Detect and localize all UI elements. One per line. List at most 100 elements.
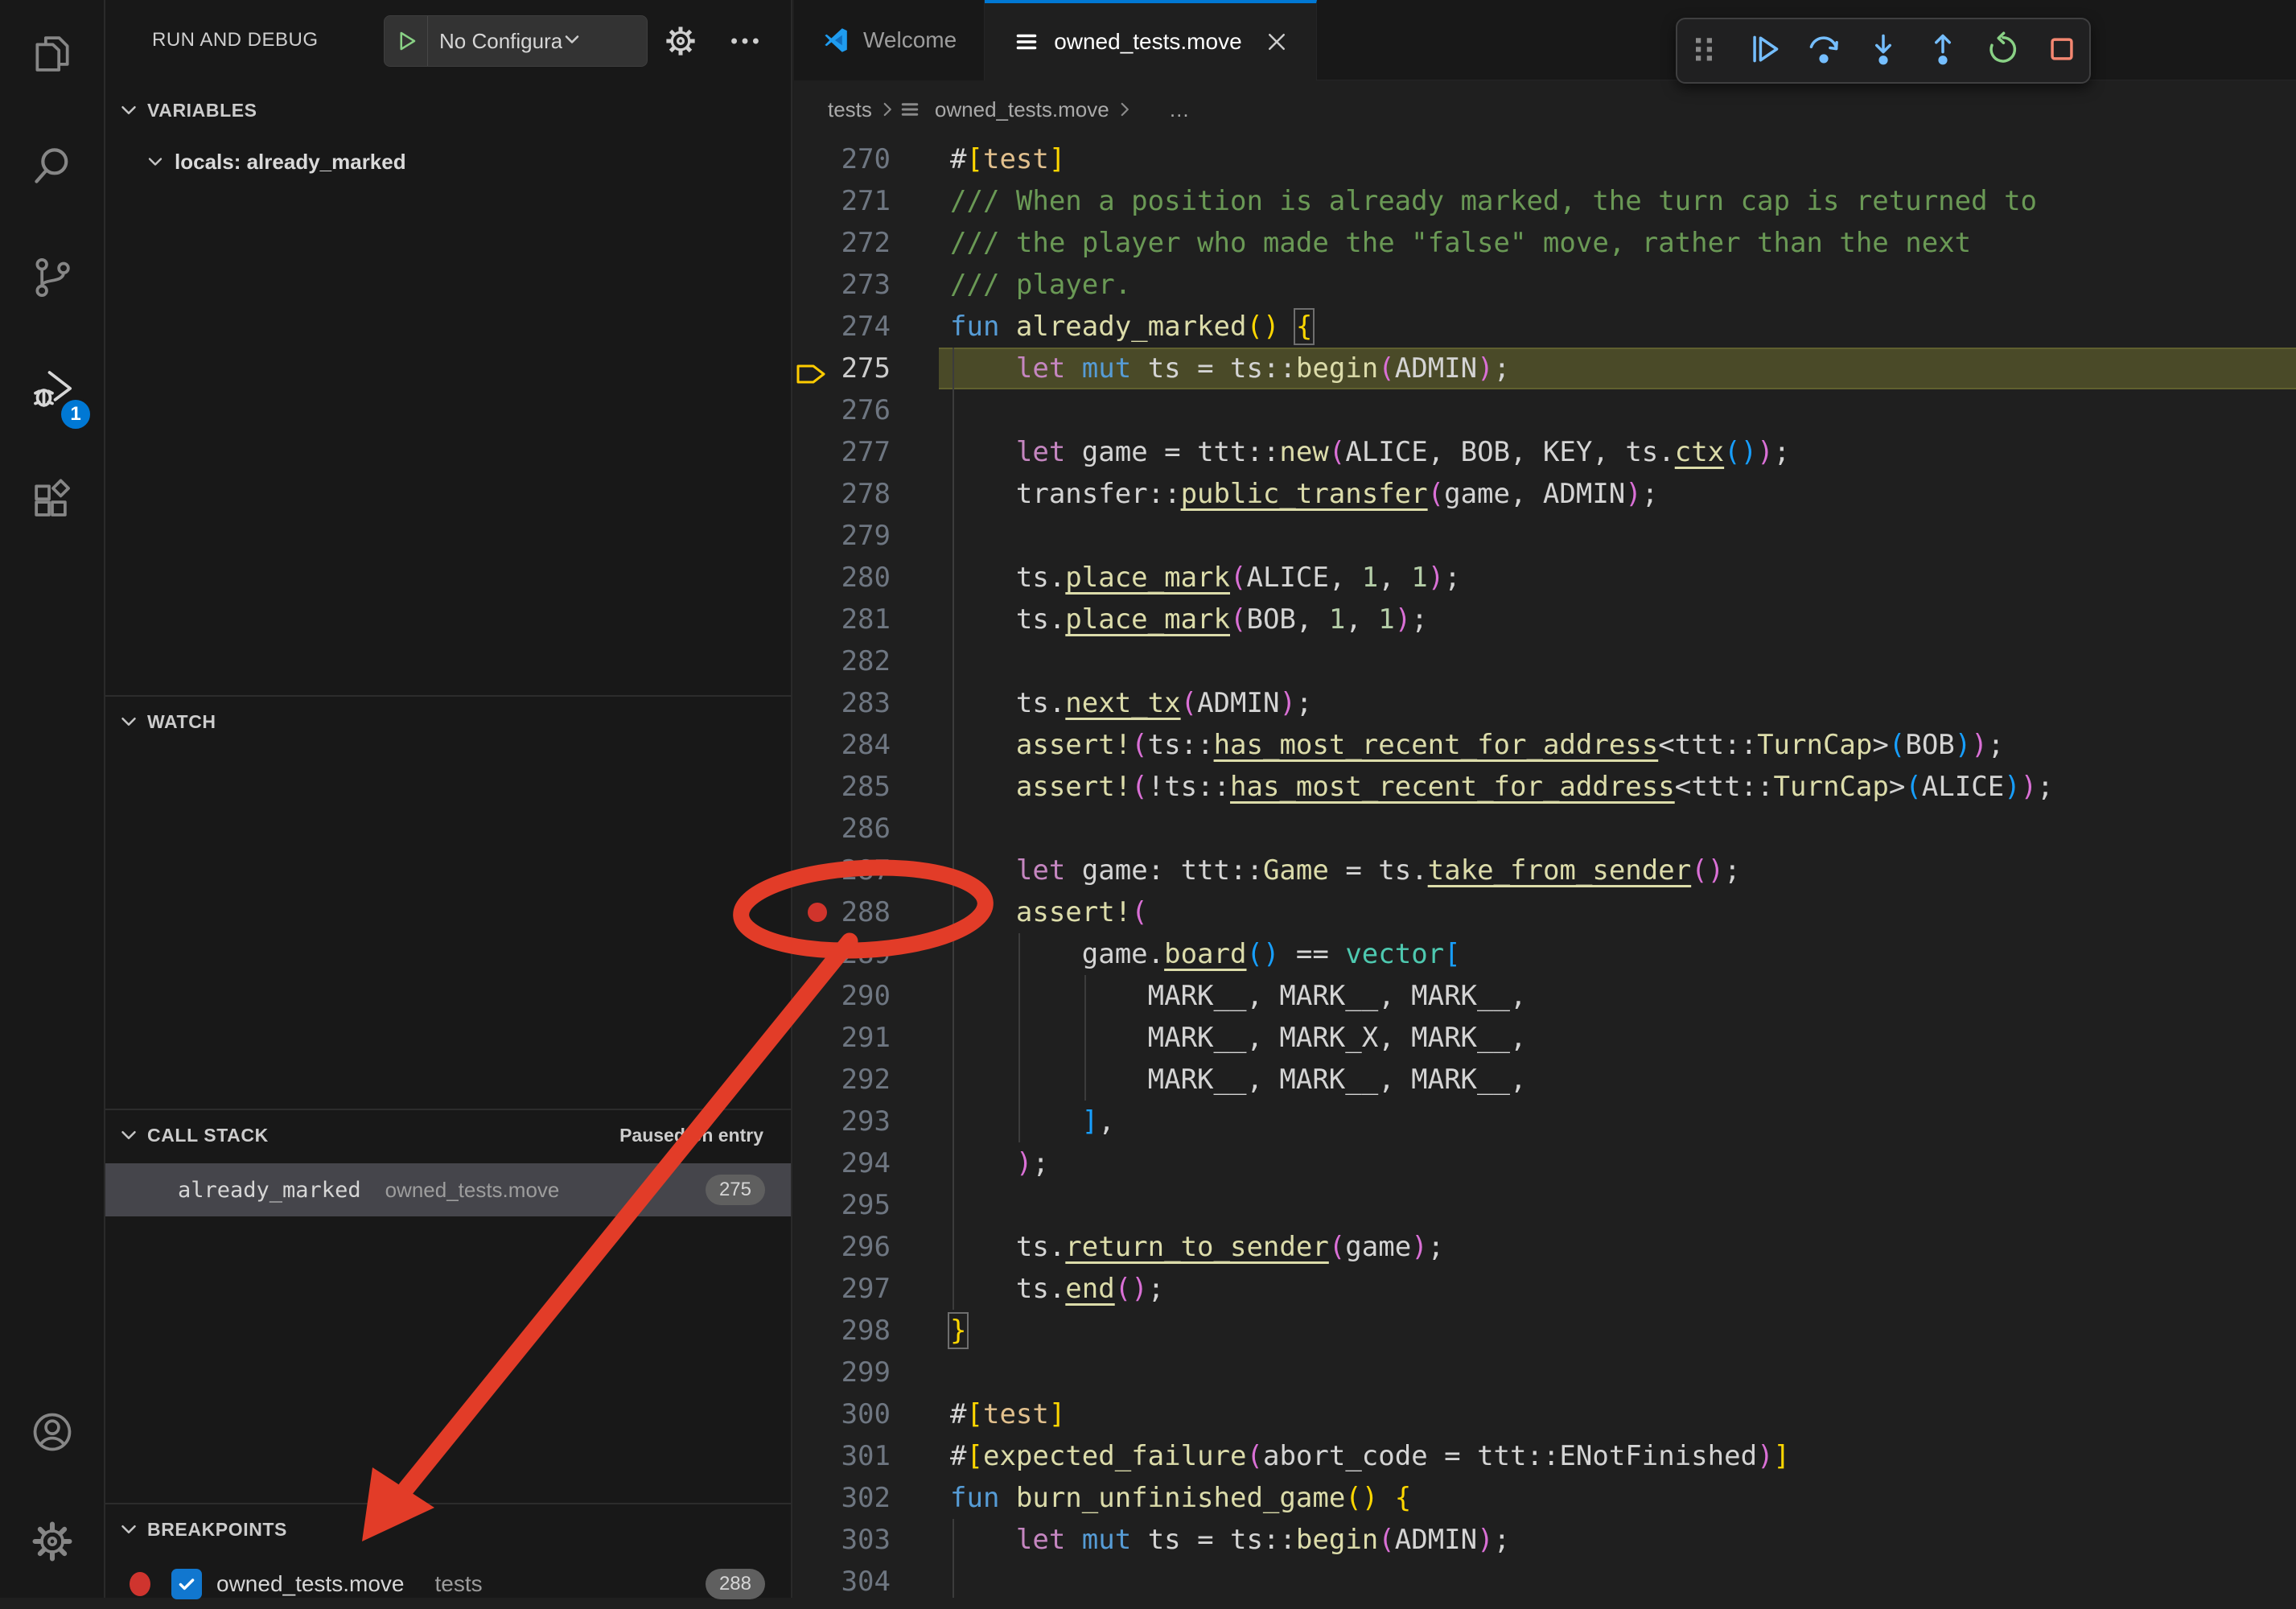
debug-settings-gear-icon[interactable] <box>662 23 699 64</box>
code-line-270[interactable]: 270#[test] <box>794 138 2296 180</box>
code-line-276[interactable]: 276 <box>794 389 2296 431</box>
debug-config-dropdown[interactable]: No Configura <box>384 15 648 67</box>
code-line-277[interactable]: 277 let game = ttt::new(ALICE, BOB, KEY,… <box>794 431 2296 473</box>
start-debug-icon[interactable] <box>385 16 428 66</box>
line-number[interactable]: 304 <box>794 1561 891 1598</box>
code-line-297[interactable]: 297 ts.end(); <box>794 1268 2296 1310</box>
line-number[interactable]: 270 <box>794 138 891 180</box>
line-number[interactable]: 280 <box>794 557 891 599</box>
code-line-282[interactable]: 282 <box>794 640 2296 682</box>
call-stack-frame-row[interactable]: already_marked owned_tests.move 275 <box>105 1163 791 1216</box>
activity-bar-item-source-control[interactable] <box>0 224 104 335</box>
step-over-button[interactable] <box>1798 25 1850 76</box>
line-number[interactable]: 275 <box>794 348 891 389</box>
code-line-304[interactable]: 304 <box>794 1561 2296 1598</box>
breadcrumb-item[interactable]: … <box>1135 97 1195 122</box>
code-line-288[interactable]: 288 assert!( <box>794 891 2296 933</box>
line-number[interactable]: 272 <box>794 222 891 264</box>
line-number[interactable]: 284 <box>794 724 891 766</box>
code-line-300[interactable]: 300#[test] <box>794 1393 2296 1435</box>
line-number[interactable]: 293 <box>794 1101 891 1142</box>
step-into-button[interactable] <box>1858 25 1909 76</box>
code-line-299[interactable]: 299 <box>794 1352 2296 1393</box>
code-line-294[interactable]: 294 ); <box>794 1142 2296 1184</box>
code-line-289[interactable]: 289 game.board() == vector[ <box>794 933 2296 975</box>
activity-bar-item-manage[interactable] <box>0 1488 104 1598</box>
code-line-293[interactable]: 293 ], <box>794 1101 2296 1142</box>
section-header-watch[interactable]: WATCH <box>105 698 791 745</box>
line-number[interactable]: 282 <box>794 640 891 682</box>
line-number[interactable]: 290 <box>794 975 891 1017</box>
line-number[interactable]: 276 <box>794 389 891 431</box>
code-line-279[interactable]: 279 <box>794 515 2296 557</box>
code-editor[interactable]: 270#[test]271/// When a position is alre… <box>794 138 2296 1598</box>
line-number[interactable]: 303 <box>794 1519 891 1561</box>
line-number[interactable]: 274 <box>794 306 891 348</box>
code-line-280[interactable]: 280 ts.place_mark(ALICE, 1, 1); <box>794 557 2296 599</box>
code-line-295[interactable]: 295 <box>794 1184 2296 1226</box>
activity-bar-item-explorer[interactable] <box>0 0 104 112</box>
code-line-287[interactable]: 287 let game: ttt::Game = ts.take_from_s… <box>794 850 2296 891</box>
tab-owned-tests-move[interactable]: owned_tests.move <box>985 0 1316 80</box>
line-number[interactable]: 281 <box>794 599 891 640</box>
line-number[interactable]: 278 <box>794 473 891 515</box>
code-line-275[interactable]: 275 let mut ts = ts::begin(ADMIN); <box>794 348 2296 389</box>
continue-button[interactable] <box>1738 25 1790 76</box>
close-icon[interactable] <box>1265 30 1289 54</box>
line-number[interactable]: 302 <box>794 1477 891 1519</box>
code-line-296[interactable]: 296 ts.return_to_sender(game); <box>794 1226 2296 1268</box>
code-line-274[interactable]: 274fun already_marked() { <box>794 306 2296 348</box>
breakpoint-enabled-checkbox[interactable] <box>171 1569 202 1599</box>
code-line-290[interactable]: 290 MARK__, MARK__, MARK__, <box>794 975 2296 1017</box>
line-number[interactable]: 286 <box>794 808 891 850</box>
code-line-285[interactable]: 285 assert!(!ts::has_most_recent_for_add… <box>794 766 2296 808</box>
code-line-278[interactable]: 278 transfer::public_transfer(game, ADMI… <box>794 473 2296 515</box>
section-header-breakpoints[interactable]: BREAKPOINTS <box>105 1506 791 1553</box>
code-line-302[interactable]: 302fun burn_unfinished_game() { <box>794 1477 2296 1519</box>
line-number[interactable]: 297 <box>794 1268 891 1310</box>
line-number[interactable]: 291 <box>794 1017 891 1059</box>
step-out-button[interactable] <box>1917 25 1969 76</box>
line-number[interactable]: 294 <box>794 1142 891 1184</box>
line-number[interactable]: 287 <box>794 850 891 891</box>
restart-button[interactable] <box>1977 25 2028 76</box>
code-line-301[interactable]: 301#[expected_failure(abort_code = ttt::… <box>794 1435 2296 1477</box>
code-line-283[interactable]: 283 ts.next_tx(ADMIN); <box>794 682 2296 724</box>
tab-welcome[interactable]: Welcome <box>794 0 985 80</box>
code-line-298[interactable]: 298} <box>794 1310 2296 1352</box>
toolbar-drag-handle[interactable] <box>1679 25 1730 76</box>
breadcrumb-item[interactable]: owned_tests.move <box>898 97 1114 122</box>
breadcrumb-item[interactable]: tests <box>794 97 877 122</box>
line-number[interactable]: 271 <box>794 180 891 222</box>
code-line-303[interactable]: 303 let mut ts = ts::begin(ADMIN); <box>794 1519 2296 1561</box>
code-line-292[interactable]: 292 MARK__, MARK__, MARK__, <box>794 1059 2296 1101</box>
line-number[interactable]: 295 <box>794 1184 891 1226</box>
code-line-272[interactable]: 272/// the player who made the "false" m… <box>794 222 2296 264</box>
section-header-variables[interactable]: VARIABLES <box>105 87 791 134</box>
line-number[interactable]: 299 <box>794 1352 891 1393</box>
breakpoint-row[interactable]: owned_tests.move tests 288 <box>105 1559 791 1609</box>
line-number[interactable]: 296 <box>794 1226 891 1268</box>
code-line-284[interactable]: 284 assert!(ts::has_most_recent_for_addr… <box>794 724 2296 766</box>
line-number[interactable]: 300 <box>794 1393 891 1435</box>
line-number[interactable]: 279 <box>794 515 891 557</box>
activity-bar-item-run-and-debug[interactable]: 1 <box>0 335 104 447</box>
section-header-call-stack[interactable]: CALL STACK Paused on entry <box>105 1112 791 1158</box>
activity-bar-item-accounts[interactable] <box>0 1379 104 1488</box>
more-actions-icon[interactable] <box>726 23 763 64</box>
line-number[interactable]: 283 <box>794 682 891 724</box>
line-number[interactable]: 288 <box>794 891 891 933</box>
activity-bar-item-search[interactable] <box>0 112 104 224</box>
code-line-271[interactable]: 271/// When a position is already marked… <box>794 180 2296 222</box>
line-number[interactable]: 289 <box>794 933 891 975</box>
code-line-273[interactable]: 273/// player. <box>794 264 2296 306</box>
stop-button[interactable] <box>2036 25 2088 76</box>
line-number[interactable]: 285 <box>794 766 891 808</box>
line-number[interactable]: 273 <box>794 264 891 306</box>
activity-bar-item-extensions[interactable] <box>0 447 104 559</box>
line-number[interactable]: 298 <box>794 1310 891 1352</box>
code-line-291[interactable]: 291 MARK__, MARK_X, MARK__, <box>794 1017 2296 1059</box>
line-number[interactable]: 301 <box>794 1435 891 1477</box>
line-number[interactable]: 277 <box>794 431 891 473</box>
line-number[interactable]: 292 <box>794 1059 891 1101</box>
